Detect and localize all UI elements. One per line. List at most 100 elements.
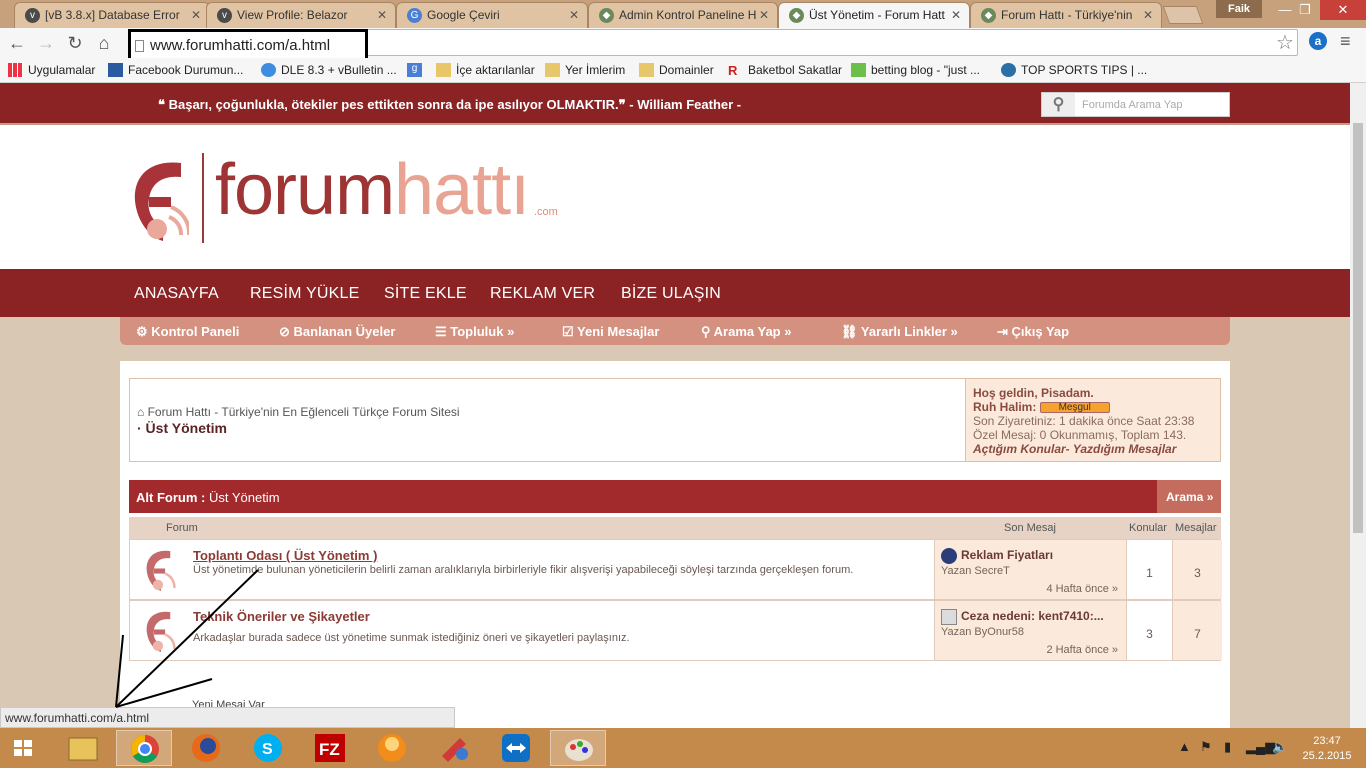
- tab-database-error[interactable]: v [vB 3.8.x] Database Error ✕: [14, 2, 210, 28]
- start-button[interactable]: [0, 730, 46, 766]
- skype-icon[interactable]: S: [240, 730, 296, 766]
- firefox-icon[interactable]: [178, 730, 234, 766]
- last-post-title[interactable]: Ceza nedeni: kent7410:...: [961, 609, 1104, 623]
- logo-wordmark[interactable]: forumhattı: [215, 149, 530, 231]
- nav-reklam-ver[interactable]: REKLAM VER: [490, 285, 595, 303]
- system-clock[interactable]: 23:47 25.2.2015: [1298, 734, 1356, 764]
- subnav-kontrol-paneli[interactable]: ⚙ Kontrol Paneli: [136, 324, 239, 340]
- chrome-icon[interactable]: [116, 730, 172, 766]
- volume-icon[interactable]: 🔈: [1272, 739, 1288, 755]
- bookmark-apps[interactable]: Uygulamalar: [8, 63, 95, 77]
- folder-icon: [545, 63, 560, 77]
- power-icon[interactable]: ▮: [1224, 739, 1231, 755]
- close-icon[interactable]: ✕: [191, 8, 201, 22]
- welcome-greeting: Hoş geldin, Pisadam.: [973, 386, 1094, 400]
- forward-icon[interactable]: →: [35, 33, 57, 54]
- forum-row: Toplantı Odası ( Üst Yönetim ) Üst yönet…: [129, 539, 1222, 600]
- subnav-yeni-mesajlar[interactable]: ☑ Yeni Mesajlar: [562, 324, 659, 340]
- forum-status-icon: [146, 550, 176, 591]
- network-icon[interactable]: ▂▄▆: [1246, 739, 1275, 755]
- last-post-time[interactable]: 4 Hafta önce »: [1046, 583, 1118, 595]
- tab-view-profile[interactable]: v View Profile: Belazor ✕: [206, 2, 396, 28]
- nav-bize-ulasin[interactable]: BİZE ULAŞIN: [621, 285, 721, 303]
- private-messages[interactable]: Özel Mesaj: 0 Okunmamış, Toplam 143.: [973, 428, 1220, 442]
- maximize-icon[interactable]: ❐: [1290, 0, 1320, 20]
- close-icon[interactable]: ✕: [1143, 8, 1153, 22]
- browser-tab-strip: v [vB 3.8.x] Database Error ✕ v View Pro…: [0, 0, 1366, 29]
- logo-com: .com: [534, 206, 558, 218]
- tab-admin-panel[interactable]: ◆ Admin Kontrol Paneline H ✕: [588, 2, 778, 28]
- teamviewer-icon[interactable]: [488, 730, 544, 766]
- arama-dropdown-button[interactable]: Arama »: [1157, 480, 1221, 513]
- svg-text:S: S: [262, 741, 273, 758]
- chrome-menu-icon[interactable]: ≡: [1340, 31, 1351, 52]
- nav-anasayfa[interactable]: ANASAYFA: [134, 285, 219, 303]
- nav-resim-yukle[interactable]: RESİM YÜKLE: [250, 285, 360, 303]
- bookmark-top-sports[interactable]: TOP SPORTS TIPS | ...: [1001, 63, 1147, 77]
- bookmark-facebook[interactable]: Facebook Durumun...: [108, 63, 243, 77]
- home-icon[interactable]: ⌂: [93, 33, 115, 54]
- bookmark-yer-imlerim[interactable]: Yer İmlerim: [545, 63, 625, 77]
- col-posts: Mesajlar: [1175, 522, 1217, 534]
- scrollbar-thumb[interactable]: [1353, 123, 1363, 533]
- flag-icon[interactable]: ⚑: [1200, 739, 1212, 755]
- bookmark-imported[interactable]: İçe aktarılanlar: [436, 63, 535, 77]
- close-icon[interactable]: ✕: [759, 8, 769, 22]
- last-post-cell: Reklam Fiyatları Yazan SecreT 4 Hafta ön…: [934, 540, 1126, 599]
- forum-status-icon: [146, 611, 176, 652]
- document-icon: [941, 609, 957, 625]
- post-count: 7: [1172, 601, 1222, 660]
- reload-icon[interactable]: ↻: [64, 33, 86, 54]
- file-explorer-icon[interactable]: [55, 730, 111, 766]
- bookmark-baketbol[interactable]: R Baketbol Sakatlar: [728, 63, 842, 78]
- close-icon[interactable]: ✕: [951, 8, 961, 22]
- breadcrumb-root-link[interactable]: ⌂ Forum Hattı - Türkiye'nin En Eğlenceli…: [137, 405, 460, 419]
- forumhatti-logo-icon[interactable]: [129, 157, 189, 243]
- tab-forum-hatti[interactable]: ◆ Forum Hattı - Türkiye'nin ✕: [970, 2, 1162, 28]
- subnav-banlanan-uyeler[interactable]: ⊘ Banlanan Üyeler: [279, 324, 395, 340]
- windows-taskbar: S FZ ▲ ⚑ ▮ ▂▄▆ 🔈 23:47 25.2.2015: [0, 728, 1366, 768]
- filezilla-icon[interactable]: FZ: [302, 730, 358, 766]
- close-icon[interactable]: ✕: [377, 8, 387, 22]
- tab-ust-yonetim[interactable]: ◆ Üst Yönetim - Forum Hatt ✕: [778, 2, 970, 29]
- page-icon: [135, 40, 144, 52]
- window-close-icon[interactable]: ✕: [1320, 0, 1366, 20]
- last-post-time[interactable]: 2 Hafta önce »: [1046, 644, 1118, 656]
- extension-icon[interactable]: a: [1309, 32, 1327, 50]
- subnav-yararli-linkler[interactable]: ⛓ Yararlı Linkler »: [841, 324, 958, 340]
- tab-google-translate[interactable]: G Google Çeviri ✕: [396, 2, 588, 28]
- forum-title-link[interactable]: Teknik Öneriler ve Şikayetler: [193, 609, 370, 624]
- bookmark-domainler[interactable]: Domainler: [639, 63, 714, 77]
- page-scrollbar[interactable]: [1350, 83, 1366, 728]
- ccleaner-icon[interactable]: [426, 730, 482, 766]
- forum-diamond-icon: ◆: [981, 8, 996, 23]
- bookmark-star-icon[interactable]: ☆: [1276, 30, 1294, 55]
- my-topics-links[interactable]: Açtığım Konular- Yazdığım Mesajlar: [973, 442, 1220, 456]
- paint-icon[interactable]: [550, 730, 606, 766]
- post-count: 3: [1172, 540, 1222, 599]
- tab-title: Google Çeviri: [427, 8, 500, 22]
- forum-title-link[interactable]: Toplantı Odası ( Üst Yönetim ): [193, 548, 377, 563]
- back-icon[interactable]: ←: [6, 33, 28, 54]
- nav-site-ekle[interactable]: SİTE EKLE: [384, 285, 467, 303]
- close-icon[interactable]: ✕: [569, 8, 579, 22]
- subnav-arama-yap[interactable]: ⚲ Arama Yap »: [701, 324, 791, 340]
- forum-search-input[interactable]: ⚲ Forumda Arama Yap: [1041, 92, 1230, 117]
- user-badge[interactable]: Faik: [1216, 0, 1262, 18]
- search-icon[interactable]: ⚲: [1042, 93, 1075, 116]
- bookmark-dle[interactable]: DLE 8.3 + vBulletin ...: [261, 63, 397, 77]
- subforum-header: Alt Forum : Üst Yönetim: [129, 480, 1157, 513]
- last-post-author[interactable]: Yazan SecreT: [941, 565, 1010, 577]
- subnav-cikis-yap[interactable]: ⇥ Çıkış Yap: [997, 324, 1069, 340]
- last-post-title[interactable]: Reklam Fiyatları: [961, 548, 1053, 562]
- subnav-topluluk[interactable]: ☰ Topluluk »: [435, 324, 514, 340]
- new-tab-button[interactable]: [1162, 6, 1204, 24]
- media-player-icon[interactable]: [364, 730, 420, 766]
- tray-expand-icon[interactable]: ▲: [1178, 739, 1191, 754]
- mood-badge[interactable]: Meşgul: [1039, 402, 1110, 414]
- apps-grid-icon: [8, 63, 23, 77]
- bookmark-betting-blog[interactable]: betting blog - "just ...: [851, 63, 980, 77]
- tab-title: Üst Yönetim - Forum Hatt: [809, 8, 945, 22]
- last-post-author[interactable]: Yazan ByOnur58: [941, 626, 1024, 638]
- bookmarks-bar: Uygulamalar Facebook Durumun... DLE 8.3 …: [0, 58, 1366, 83]
